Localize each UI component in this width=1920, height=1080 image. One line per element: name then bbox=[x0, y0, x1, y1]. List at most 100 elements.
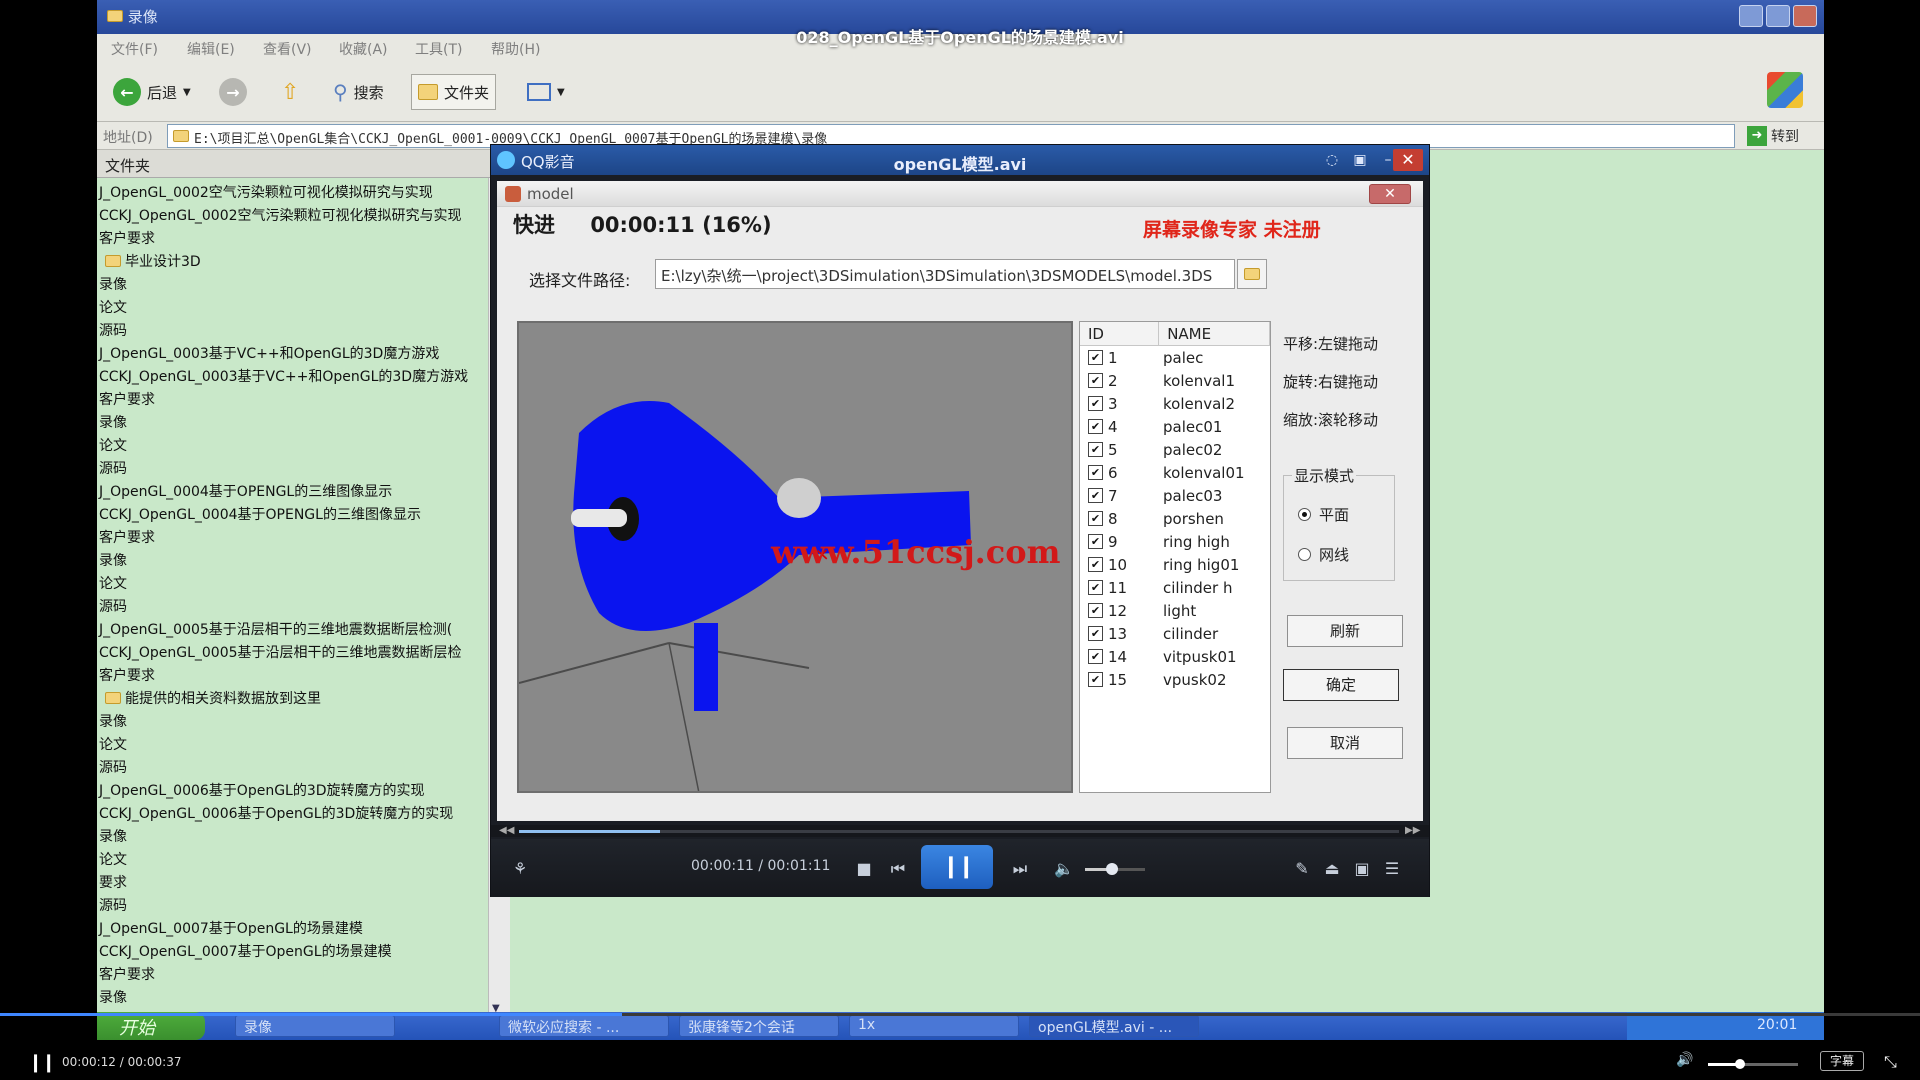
taskbar-button[interactable]: 1x bbox=[849, 1015, 1019, 1037]
tree-item[interactable]: J_OpenGL_0003基于VC++和OpenGL的3D魔方游戏 bbox=[97, 341, 510, 364]
tree-item[interactable]: 客户要求 bbox=[97, 226, 510, 249]
tree-item[interactable]: 录像 bbox=[97, 272, 510, 295]
list-item[interactable]: ✔ 15 vpusk02 bbox=[1080, 668, 1270, 691]
tree-item[interactable]: 客户要求 bbox=[97, 525, 510, 548]
cancel-button[interactable]: 取消 bbox=[1287, 727, 1403, 759]
tree-item[interactable]: J_OpenGL_0005基于沿层相干的三维地震数据断层检测( bbox=[97, 617, 510, 640]
list-item[interactable]: ✔ 9 ring high bbox=[1080, 530, 1270, 553]
list-item[interactable]: ✔ 11 cilinder h bbox=[1080, 576, 1270, 599]
checkbox[interactable]: ✔ bbox=[1088, 488, 1103, 503]
tree-item[interactable]: 录像 bbox=[97, 824, 510, 847]
forward-button[interactable]: → bbox=[213, 74, 253, 110]
checkbox[interactable]: ✔ bbox=[1088, 373, 1103, 388]
fast-forward-icon[interactable]: ▶▶ bbox=[1405, 825, 1420, 836]
file-path-input[interactable]: E:\lzy\杂\统一\project\3DSimulation\3DSimul… bbox=[655, 259, 1235, 289]
tree-item[interactable]: 录像 bbox=[97, 548, 510, 571]
list-item[interactable]: ✔ 13 cilinder bbox=[1080, 622, 1270, 645]
tree-item[interactable]: 客户要求 bbox=[97, 663, 510, 686]
start-button[interactable]: 开始 bbox=[97, 1012, 205, 1040]
playlist-icon[interactable]: ☰ bbox=[1381, 858, 1403, 880]
3d-viewport[interactable]: ✕ www.51ccsj.com bbox=[517, 321, 1073, 793]
list-item[interactable]: ✔ 5 palec02 bbox=[1080, 438, 1270, 461]
tree-item[interactable]: 论文 bbox=[97, 571, 510, 594]
checkbox[interactable]: ✔ bbox=[1088, 649, 1103, 664]
taskbar-button[interactable]: openGL模型.avi - ... bbox=[1029, 1015, 1199, 1037]
speaker-icon[interactable]: 🔈 bbox=[1053, 858, 1075, 880]
radio-wireframe[interactable]: 网线 bbox=[1298, 544, 1349, 565]
tree-item[interactable]: 客户要求 bbox=[97, 387, 510, 410]
list-item[interactable]: ✔ 12 light bbox=[1080, 599, 1270, 622]
taskbar-button[interactable]: 录像 bbox=[235, 1015, 395, 1037]
exit-fullscreen-icon[interactable]: ⤡ bbox=[1884, 1052, 1897, 1072]
tree-item[interactable]: 论文 bbox=[97, 295, 510, 318]
checkbox[interactable]: ✔ bbox=[1088, 580, 1103, 595]
tree-item[interactable]: CCKJ_OpenGL_0003基于VC++和OpenGL的3D魔方游戏 bbox=[97, 364, 510, 387]
radio-button[interactable] bbox=[1298, 508, 1311, 521]
up-button[interactable]: ⇧ bbox=[275, 74, 305, 110]
outer-volume-icon[interactable]: 🔊 bbox=[1676, 1052, 1694, 1070]
tree-item[interactable]: 源码 bbox=[97, 594, 510, 617]
tree-item[interactable]: CCKJ_OpenGL_0006基于OpenGL的3D旋转魔方的实现 bbox=[97, 801, 510, 824]
tree-item[interactable]: 录像 bbox=[97, 985, 510, 1008]
radio-button[interactable] bbox=[1298, 548, 1311, 561]
taskbar-button[interactable]: 微软必应搜索 - ... bbox=[499, 1015, 669, 1037]
checkbox[interactable]: ✔ bbox=[1088, 350, 1103, 365]
settings-wrench-icon[interactable]: ✎ bbox=[1291, 858, 1313, 880]
tree-item[interactable]: J_OpenGL_0002空气污染颗粒可视化模拟研究与实现 bbox=[97, 180, 510, 203]
go-button[interactable]: ➜ 转到 bbox=[1747, 124, 1819, 148]
radio-flat[interactable]: 平面 bbox=[1298, 504, 1349, 525]
tree-item[interactable]: 论文 bbox=[97, 847, 510, 870]
list-item[interactable]: ✔ 10 ring hig01 bbox=[1080, 553, 1270, 576]
list-item[interactable]: ✔ 14 vitpusk01 bbox=[1080, 645, 1270, 668]
seek-bar[interactable]: ◀◀ ▶▶ bbox=[491, 825, 1429, 837]
checkbox[interactable]: ✔ bbox=[1088, 511, 1103, 526]
refresh-button[interactable]: 刷新 bbox=[1287, 615, 1403, 647]
tree-item[interactable]: 论文 bbox=[97, 433, 510, 456]
previous-icon[interactable]: ⏮ bbox=[887, 858, 909, 880]
list-item[interactable]: ✔ 4 palec01 bbox=[1080, 415, 1270, 438]
eject-icon[interactable]: ⏏ bbox=[1321, 858, 1343, 880]
tree-item[interactable]: 录像 bbox=[97, 709, 510, 732]
taskbar-button[interactable]: 张康锋等2个会话 bbox=[679, 1015, 839, 1037]
outer-pause-button[interactable]: ❙❙ bbox=[28, 1052, 56, 1073]
tree-item[interactable]: 论文 bbox=[97, 732, 510, 755]
list-item[interactable]: ✔ 1 palec bbox=[1080, 346, 1270, 369]
list-item[interactable]: ✔ 8 porshen bbox=[1080, 507, 1270, 530]
tree-item[interactable]: CCKJ_OpenGL_0002空气污染颗粒可视化模拟研究与实现 bbox=[97, 203, 510, 226]
back-button[interactable]: ← 后退 ▼ bbox=[107, 74, 197, 110]
chat-bubble-icon[interactable]: ◌ bbox=[1323, 151, 1341, 169]
tree-item[interactable]: 客户要求 bbox=[97, 962, 510, 985]
id-column-header[interactable]: ID bbox=[1080, 322, 1160, 345]
tree-item[interactable]: 源码 bbox=[97, 456, 510, 479]
checkbox[interactable]: ✔ bbox=[1088, 419, 1103, 434]
screenshot-icon[interactable]: ▣ bbox=[1351, 858, 1373, 880]
checkbox[interactable]: ✔ bbox=[1088, 603, 1103, 618]
tree-item[interactable]: J_OpenGL_0004基于OPENGL的三维图像显示 bbox=[97, 479, 510, 502]
tree-item[interactable]: 录像 bbox=[97, 410, 510, 433]
seek-track[interactable] bbox=[519, 830, 1399, 833]
tree-item[interactable]: CCKJ_OpenGL_0007基于OpenGL的场景建模 bbox=[97, 939, 510, 962]
checkbox[interactable]: ✔ bbox=[1088, 626, 1103, 641]
rewind-icon[interactable]: ◀◀ bbox=[499, 825, 514, 836]
next-icon[interactable]: ⏭ bbox=[1009, 858, 1031, 880]
tree-item[interactable]: J_OpenGL_0007基于OpenGL的场景建模 bbox=[97, 916, 510, 939]
stop-icon[interactable]: ■ bbox=[853, 858, 875, 880]
views-button[interactable]: ▼ bbox=[521, 74, 571, 110]
tree-item[interactable]: 毕业设计3D bbox=[97, 249, 510, 272]
ok-button[interactable]: 确定 bbox=[1283, 669, 1399, 701]
list-item[interactable]: ✔ 3 kolenval2 bbox=[1080, 392, 1270, 415]
tree-item[interactable]: J_OpenGL_0006基于OpenGL的3D旋转魔方的实现 bbox=[97, 778, 510, 801]
tree-item[interactable]: 要求 bbox=[97, 870, 510, 893]
outer-volume-slider[interactable] bbox=[1708, 1059, 1798, 1069]
checkbox[interactable]: ✔ bbox=[1088, 396, 1103, 411]
tree-item[interactable]: CCKJ_OpenGL_0004基于OPENGL的三维图像显示 bbox=[97, 502, 510, 525]
dialog-close-button[interactable]: ✕ bbox=[1369, 184, 1411, 204]
checkbox[interactable]: ✔ bbox=[1088, 534, 1103, 549]
checkbox[interactable]: ✔ bbox=[1088, 672, 1103, 687]
tree-item[interactable]: CCKJ_OpenGL_0005基于沿层相干的三维地震数据断层检 bbox=[97, 640, 510, 663]
volume-slider[interactable] bbox=[1085, 863, 1145, 875]
folders-button[interactable]: 文件夹 bbox=[411, 74, 497, 110]
name-column-header[interactable]: NAME bbox=[1159, 322, 1270, 345]
qq-close-button[interactable]: ✕ bbox=[1393, 149, 1423, 171]
tree-item[interactable]: 源码 bbox=[97, 893, 510, 916]
